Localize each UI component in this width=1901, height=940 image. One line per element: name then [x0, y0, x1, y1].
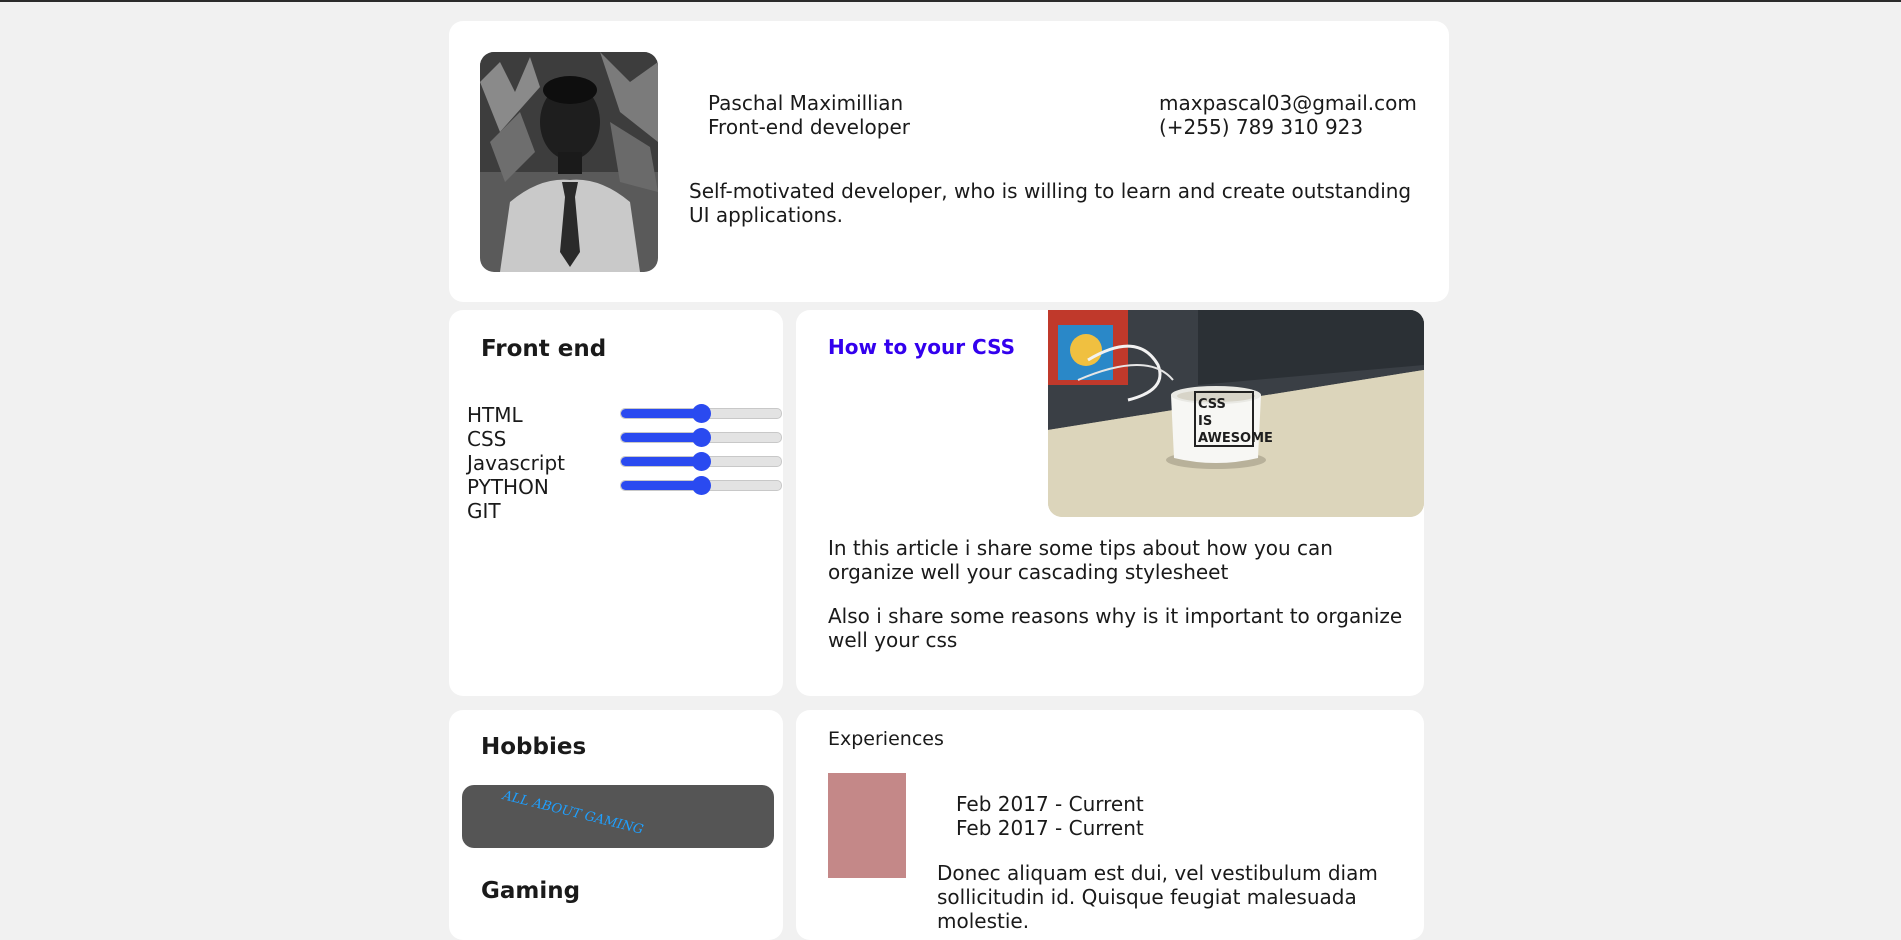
experience-description: Donec aliquam est dui, vel vestibulum di… — [937, 861, 1378, 933]
skills-title: Front end — [481, 336, 607, 362]
skill-row: Javascript — [467, 451, 782, 475]
skill-row: PYTHON — [467, 475, 782, 499]
skill-name: CSS — [467, 427, 507, 451]
skill-list: HTML CSS Javascript PYTHON GIT — [467, 403, 782, 523]
mug-text-is: IS — [1198, 414, 1212, 429]
profile-phone: (+255) 789 310 923 — [1159, 115, 1364, 139]
hobbies-title: Hobbies — [481, 734, 587, 760]
profile-card: Paschal Maximillian Front-end developer … — [449, 21, 1449, 302]
skill-slider-javascript[interactable] — [620, 452, 782, 471]
profile-role: Front-end developer — [708, 115, 910, 139]
skill-name: PYTHON — [467, 475, 549, 499]
profile-email: maxpascal03@gmail.com — [1159, 91, 1417, 115]
skills-card: Front end HTML CSS Javascript PYTHON GIT — [449, 310, 783, 696]
article-paragraph: In this article i share some tips about … — [828, 536, 1333, 584]
slider-thumb[interactable] — [692, 452, 711, 471]
slider-fill — [621, 481, 701, 490]
mug-text-awesome: AWESOME — [1198, 431, 1273, 446]
skill-slider-html[interactable] — [620, 404, 782, 423]
profile-name: Paschal Maximillian — [708, 91, 904, 115]
experience-thumbnail — [828, 773, 906, 878]
article-card: How to your CSS CSS IS AWESOME In this a… — [796, 310, 1424, 696]
slider-fill — [621, 433, 701, 442]
mug-text-css: CSS — [1198, 397, 1226, 412]
skill-slider-python[interactable] — [620, 476, 782, 495]
slider-thumb[interactable] — [692, 428, 711, 447]
skill-slider-css[interactable] — [620, 428, 782, 447]
skill-row: GIT — [467, 499, 777, 523]
skill-name: GIT — [467, 499, 501, 523]
slider-thumb[interactable] — [692, 404, 711, 423]
slider-fill — [621, 457, 701, 466]
top-border — [0, 0, 1901, 2]
slider-fill — [621, 409, 701, 418]
skill-row: CSS — [467, 427, 782, 451]
skill-name: HTML — [467, 403, 523, 427]
article-paragraph: Also i share some reasons why is it impo… — [828, 604, 1403, 652]
gaming-heading: Gaming — [481, 878, 581, 904]
slider-thumb[interactable] — [692, 476, 711, 495]
experience-date: Feb 2017 - Current — [956, 792, 1144, 816]
skill-row: HTML — [467, 403, 782, 427]
experience-date: Feb 2017 - Current — [956, 816, 1144, 840]
experience-card: Experiences Feb 2017 - Current Feb 2017 … — [796, 710, 1424, 940]
skill-name: Javascript — [467, 451, 565, 475]
article-title-link[interactable]: How to your CSS — [828, 335, 1015, 359]
experience-title: Experiences — [828, 728, 944, 750]
hobbies-card: Hobbies ALL ABOUT GAMING Gaming — [449, 710, 783, 940]
article-image: CSS IS AWESOME — [1048, 310, 1424, 517]
profile-bio: Self-motivated developer, who is willing… — [689, 179, 1412, 227]
gaming-banner[interactable]: ALL ABOUT GAMING — [462, 785, 774, 848]
gaming-banner-text: ALL ABOUT GAMING — [500, 788, 645, 838]
profile-photo — [480, 52, 658, 272]
